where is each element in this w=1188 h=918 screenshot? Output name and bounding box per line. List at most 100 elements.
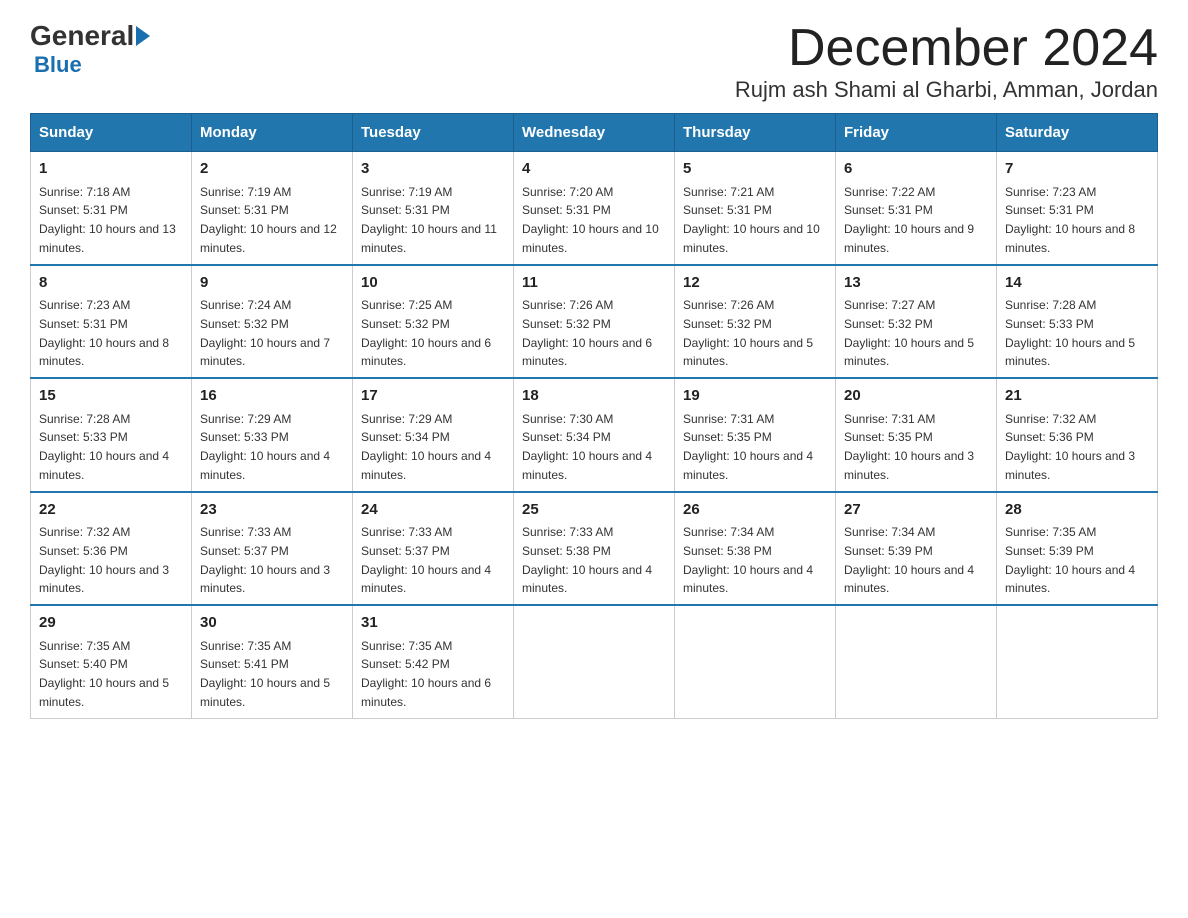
day-number: 24	[361, 499, 505, 522]
day-number: 3	[361, 158, 505, 181]
calendar-cell: 6 Sunrise: 7:22 AMSunset: 5:31 PMDayligh…	[836, 152, 997, 265]
day-info: Sunrise: 7:27 AMSunset: 5:32 PMDaylight:…	[844, 298, 974, 368]
calendar-cell: 5 Sunrise: 7:21 AMSunset: 5:31 PMDayligh…	[675, 152, 836, 265]
weekday-header-thursday: Thursday	[675, 114, 836, 152]
calendar-cell	[836, 605, 997, 718]
day-info: Sunrise: 7:34 AMSunset: 5:38 PMDaylight:…	[683, 525, 813, 595]
day-number: 29	[39, 612, 183, 635]
day-info: Sunrise: 7:21 AMSunset: 5:31 PMDaylight:…	[683, 185, 820, 255]
calendar-week-row: 15 Sunrise: 7:28 AMSunset: 5:33 PMDaylig…	[31, 378, 1158, 492]
calendar-cell: 16 Sunrise: 7:29 AMSunset: 5:33 PMDaylig…	[192, 378, 353, 492]
calendar-cell: 7 Sunrise: 7:23 AMSunset: 5:31 PMDayligh…	[997, 152, 1158, 265]
day-info: Sunrise: 7:24 AMSunset: 5:32 PMDaylight:…	[200, 298, 330, 368]
day-number: 15	[39, 385, 183, 408]
day-info: Sunrise: 7:31 AMSunset: 5:35 PMDaylight:…	[844, 412, 974, 482]
weekday-header-monday: Monday	[192, 114, 353, 152]
day-info: Sunrise: 7:28 AMSunset: 5:33 PMDaylight:…	[1005, 298, 1135, 368]
calendar-week-row: 22 Sunrise: 7:32 AMSunset: 5:36 PMDaylig…	[31, 492, 1158, 606]
calendar-cell: 23 Sunrise: 7:33 AMSunset: 5:37 PMDaylig…	[192, 492, 353, 606]
page-header: General Blue December 2024 Rujm ash Sham…	[30, 20, 1158, 103]
day-number: 21	[1005, 385, 1149, 408]
day-number: 30	[200, 612, 344, 635]
day-number: 10	[361, 272, 505, 295]
day-info: Sunrise: 7:29 AMSunset: 5:34 PMDaylight:…	[361, 412, 491, 482]
day-number: 12	[683, 272, 827, 295]
calendar-week-row: 8 Sunrise: 7:23 AMSunset: 5:31 PMDayligh…	[31, 265, 1158, 379]
weekday-header-friday: Friday	[836, 114, 997, 152]
day-number: 2	[200, 158, 344, 181]
calendar-cell: 22 Sunrise: 7:32 AMSunset: 5:36 PMDaylig…	[31, 492, 192, 606]
day-number: 20	[844, 385, 988, 408]
day-info: Sunrise: 7:25 AMSunset: 5:32 PMDaylight:…	[361, 298, 491, 368]
weekday-header-sunday: Sunday	[31, 114, 192, 152]
calendar-cell: 24 Sunrise: 7:33 AMSunset: 5:37 PMDaylig…	[353, 492, 514, 606]
calendar-cell: 3 Sunrise: 7:19 AMSunset: 5:31 PMDayligh…	[353, 152, 514, 265]
calendar-cell: 31 Sunrise: 7:35 AMSunset: 5:42 PMDaylig…	[353, 605, 514, 718]
calendar-cell: 15 Sunrise: 7:28 AMSunset: 5:33 PMDaylig…	[31, 378, 192, 492]
day-info: Sunrise: 7:26 AMSunset: 5:32 PMDaylight:…	[522, 298, 652, 368]
day-info: Sunrise: 7:23 AMSunset: 5:31 PMDaylight:…	[39, 298, 169, 368]
calendar-cell: 13 Sunrise: 7:27 AMSunset: 5:32 PMDaylig…	[836, 265, 997, 379]
day-info: Sunrise: 7:33 AMSunset: 5:37 PMDaylight:…	[361, 525, 491, 595]
calendar-cell: 8 Sunrise: 7:23 AMSunset: 5:31 PMDayligh…	[31, 265, 192, 379]
calendar-cell: 21 Sunrise: 7:32 AMSunset: 5:36 PMDaylig…	[997, 378, 1158, 492]
day-number: 26	[683, 499, 827, 522]
day-info: Sunrise: 7:23 AMSunset: 5:31 PMDaylight:…	[1005, 185, 1135, 255]
location-title: Rujm ash Shami al Gharbi, Amman, Jordan	[735, 77, 1158, 103]
day-number: 27	[844, 499, 988, 522]
calendar-cell: 2 Sunrise: 7:19 AMSunset: 5:31 PMDayligh…	[192, 152, 353, 265]
calendar-cell	[997, 605, 1158, 718]
day-info: Sunrise: 7:33 AMSunset: 5:37 PMDaylight:…	[200, 525, 330, 595]
weekday-header-row: SundayMondayTuesdayWednesdayThursdayFrid…	[31, 114, 1158, 152]
day-number: 17	[361, 385, 505, 408]
logo: General Blue	[30, 20, 154, 78]
day-info: Sunrise: 7:35 AMSunset: 5:40 PMDaylight:…	[39, 639, 169, 709]
logo-blue-part	[134, 26, 154, 46]
month-title: December 2024	[735, 20, 1158, 77]
day-info: Sunrise: 7:35 AMSunset: 5:42 PMDaylight:…	[361, 639, 491, 709]
weekday-header-wednesday: Wednesday	[514, 114, 675, 152]
day-info: Sunrise: 7:18 AMSunset: 5:31 PMDaylight:…	[39, 185, 176, 255]
calendar-cell: 9 Sunrise: 7:24 AMSunset: 5:32 PMDayligh…	[192, 265, 353, 379]
day-info: Sunrise: 7:29 AMSunset: 5:33 PMDaylight:…	[200, 412, 330, 482]
day-info: Sunrise: 7:35 AMSunset: 5:39 PMDaylight:…	[1005, 525, 1135, 595]
day-info: Sunrise: 7:26 AMSunset: 5:32 PMDaylight:…	[683, 298, 813, 368]
day-number: 23	[200, 499, 344, 522]
day-number: 5	[683, 158, 827, 181]
calendar-cell: 1 Sunrise: 7:18 AMSunset: 5:31 PMDayligh…	[31, 152, 192, 265]
day-number: 4	[522, 158, 666, 181]
calendar-cell: 19 Sunrise: 7:31 AMSunset: 5:35 PMDaylig…	[675, 378, 836, 492]
calendar-cell: 4 Sunrise: 7:20 AMSunset: 5:31 PMDayligh…	[514, 152, 675, 265]
day-info: Sunrise: 7:19 AMSunset: 5:31 PMDaylight:…	[361, 185, 497, 255]
day-number: 13	[844, 272, 988, 295]
day-number: 9	[200, 272, 344, 295]
calendar-cell: 10 Sunrise: 7:25 AMSunset: 5:32 PMDaylig…	[353, 265, 514, 379]
day-info: Sunrise: 7:32 AMSunset: 5:36 PMDaylight:…	[39, 525, 169, 595]
day-info: Sunrise: 7:34 AMSunset: 5:39 PMDaylight:…	[844, 525, 974, 595]
day-number: 22	[39, 499, 183, 522]
calendar-cell: 25 Sunrise: 7:33 AMSunset: 5:38 PMDaylig…	[514, 492, 675, 606]
calendar-week-row: 29 Sunrise: 7:35 AMSunset: 5:40 PMDaylig…	[31, 605, 1158, 718]
logo-general-text: General	[30, 20, 134, 52]
calendar-cell: 27 Sunrise: 7:34 AMSunset: 5:39 PMDaylig…	[836, 492, 997, 606]
calendar-cell: 26 Sunrise: 7:34 AMSunset: 5:38 PMDaylig…	[675, 492, 836, 606]
day-number: 11	[522, 272, 666, 295]
day-number: 31	[361, 612, 505, 635]
calendar-table: SundayMondayTuesdayWednesdayThursdayFrid…	[30, 113, 1158, 719]
day-info: Sunrise: 7:28 AMSunset: 5:33 PMDaylight:…	[39, 412, 169, 482]
day-info: Sunrise: 7:30 AMSunset: 5:34 PMDaylight:…	[522, 412, 652, 482]
day-number: 1	[39, 158, 183, 181]
day-number: 8	[39, 272, 183, 295]
calendar-cell: 29 Sunrise: 7:35 AMSunset: 5:40 PMDaylig…	[31, 605, 192, 718]
day-info: Sunrise: 7:33 AMSunset: 5:38 PMDaylight:…	[522, 525, 652, 595]
weekday-header-tuesday: Tuesday	[353, 114, 514, 152]
day-number: 6	[844, 158, 988, 181]
day-number: 14	[1005, 272, 1149, 295]
day-number: 7	[1005, 158, 1149, 181]
day-info: Sunrise: 7:31 AMSunset: 5:35 PMDaylight:…	[683, 412, 813, 482]
calendar-cell: 17 Sunrise: 7:29 AMSunset: 5:34 PMDaylig…	[353, 378, 514, 492]
calendar-cell: 20 Sunrise: 7:31 AMSunset: 5:35 PMDaylig…	[836, 378, 997, 492]
logo-triangle-icon	[136, 26, 150, 46]
day-number: 16	[200, 385, 344, 408]
day-number: 18	[522, 385, 666, 408]
